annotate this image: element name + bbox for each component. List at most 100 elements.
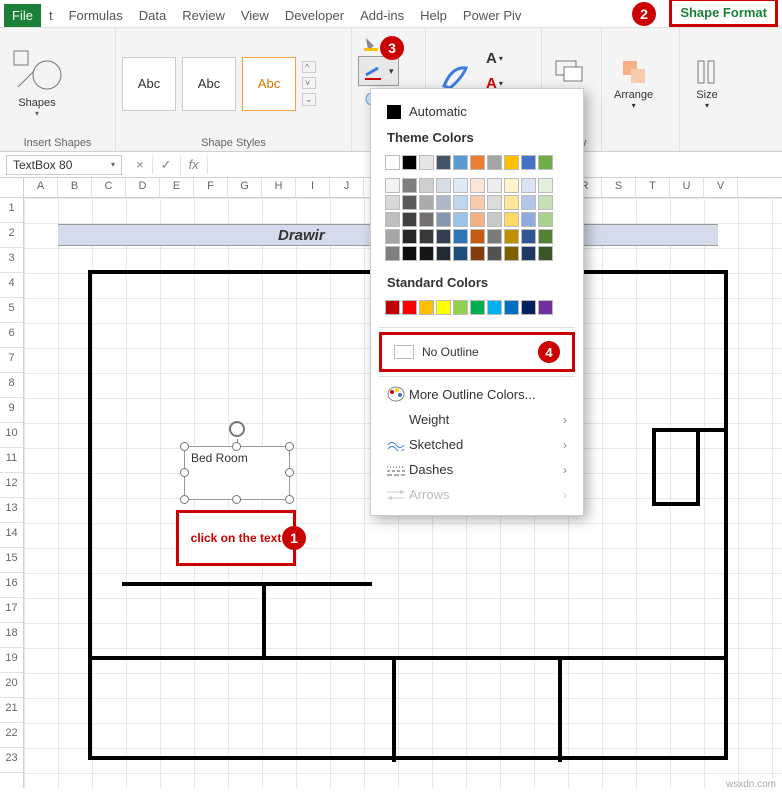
col-U[interactable]: U [670,178,704,197]
color-swatch[interactable] [504,178,519,193]
handle-b[interactable] [232,495,241,504]
color-swatch[interactable] [521,229,536,244]
color-swatch[interactable] [385,212,400,227]
row-11[interactable]: 11 [0,448,23,473]
color-swatch[interactable] [385,178,400,193]
col-F[interactable]: F [194,178,228,197]
color-swatch[interactable] [385,155,400,170]
color-swatch[interactable] [402,155,417,170]
handle-t[interactable] [232,442,241,451]
row-23[interactable]: 23 [0,748,23,773]
handle-r[interactable] [285,468,294,477]
color-swatch[interactable] [453,246,468,261]
color-swatch[interactable] [538,229,553,244]
color-swatch[interactable] [487,212,502,227]
row-6[interactable]: 6 [0,323,23,348]
dd-weight[interactable]: Weight› [371,407,583,432]
color-swatch[interactable] [402,178,417,193]
tab-file[interactable]: File [4,4,41,27]
color-swatch[interactable] [402,300,417,315]
arrange-button[interactable]: Arrange ▾ [608,53,659,114]
color-swatch[interactable] [521,300,536,315]
col-V[interactable]: V [704,178,738,197]
style-tile-2[interactable]: Abc [182,57,236,111]
col-H[interactable]: H [262,178,296,197]
tab-partial[interactable]: t [41,4,61,27]
color-swatch[interactable] [436,195,451,210]
color-swatch[interactable] [521,178,536,193]
row-18[interactable]: 18 [0,623,23,648]
text-fill-button[interactable]: A▾ [482,48,507,69]
color-swatch[interactable] [487,246,502,261]
color-swatch[interactable] [436,229,451,244]
color-swatch[interactable] [538,178,553,193]
color-swatch[interactable] [419,300,434,315]
color-swatch[interactable] [419,195,434,210]
name-box[interactable]: TextBox 80▾ [6,155,122,175]
color-swatch[interactable] [538,246,553,261]
color-swatch[interactable] [453,229,468,244]
color-swatch[interactable] [453,212,468,227]
row-7[interactable]: 7 [0,348,23,373]
color-swatch[interactable] [453,300,468,315]
row-10[interactable]: 10 [0,423,23,448]
dd-dashes[interactable]: Dashes› [371,457,583,482]
fx-accept[interactable]: ✓ [153,155,181,175]
row-19[interactable]: 19 [0,648,23,673]
shapes-gallery-button[interactable]: Shapes ▾ [6,45,68,122]
tab-shape-format[interactable]: Shape Format [669,0,778,27]
color-swatch[interactable] [504,195,519,210]
col-B[interactable]: B [58,178,92,197]
row-2[interactable]: 2 [0,223,23,248]
color-swatch[interactable] [436,246,451,261]
tab-data[interactable]: Data [131,4,174,27]
color-swatch[interactable] [487,195,502,210]
handle-br[interactable] [285,495,294,504]
dd-more-colors[interactable]: More Outline Colors... [371,381,583,407]
handle-bl[interactable] [180,495,189,504]
tab-help[interactable]: Help [412,4,455,27]
color-swatch[interactable] [487,229,502,244]
col-C[interactable]: C [92,178,126,197]
color-swatch[interactable] [504,155,519,170]
col-E[interactable]: E [160,178,194,197]
color-swatch[interactable] [436,178,451,193]
row-14[interactable]: 14 [0,523,23,548]
color-swatch[interactable] [504,212,519,227]
rotate-handle[interactable] [229,421,245,437]
color-swatch[interactable] [521,246,536,261]
row-17[interactable]: 17 [0,598,23,623]
handle-tl[interactable] [180,442,189,451]
color-swatch[interactable] [470,229,485,244]
dd-no-outline[interactable]: No Outline 4 [379,332,575,372]
color-swatch[interactable] [487,155,502,170]
color-swatch[interactable] [504,300,519,315]
color-swatch[interactable] [436,300,451,315]
color-swatch[interactable] [402,229,417,244]
color-swatch[interactable] [436,155,451,170]
color-swatch[interactable] [385,195,400,210]
color-swatch[interactable] [419,246,434,261]
color-swatch[interactable] [538,195,553,210]
tab-review[interactable]: Review [174,4,233,27]
color-swatch[interactable] [521,212,536,227]
color-swatch[interactable] [521,195,536,210]
row-20[interactable]: 20 [0,673,23,698]
tab-addins[interactable]: Add-ins [352,4,412,27]
color-swatch[interactable] [419,155,434,170]
color-swatch[interactable] [470,246,485,261]
row-22[interactable]: 22 [0,723,23,748]
row-9[interactable]: 9 [0,398,23,423]
color-swatch[interactable] [470,178,485,193]
col-A[interactable]: A [24,178,58,197]
style-tile-1[interactable]: Abc [122,57,176,111]
row-21[interactable]: 21 [0,698,23,723]
color-swatch[interactable] [436,212,451,227]
color-swatch[interactable] [419,212,434,227]
color-swatch[interactable] [504,229,519,244]
col-J[interactable]: J [330,178,364,197]
color-swatch[interactable] [385,246,400,261]
color-swatch[interactable] [504,246,519,261]
row-16[interactable]: 16 [0,573,23,598]
color-swatch[interactable] [402,212,417,227]
